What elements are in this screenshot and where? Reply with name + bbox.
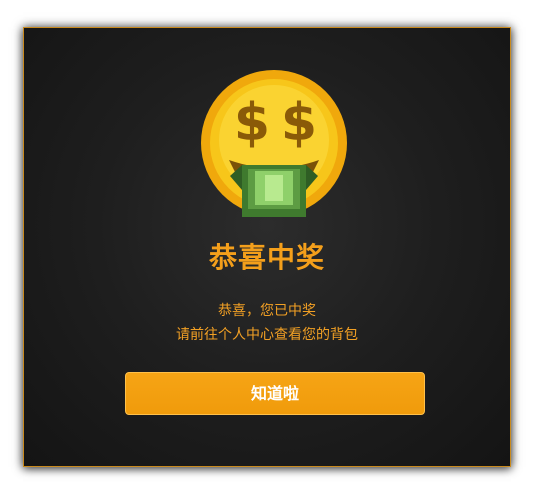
svg-text:$: $ <box>281 93 317 153</box>
message-line-1: 恭喜，您已中奖 <box>218 303 316 319</box>
page-background: $ $ 恭喜中奖 恭喜，您已中奖 请前往个人中心查看您的背包 知道啦 <box>0 0 535 494</box>
money-mouth-face-icon: $ $ <box>199 68 349 218</box>
confirm-button[interactable]: 知道啦 <box>125 372 425 415</box>
dialog-title: 恭喜中奖 <box>208 241 325 274</box>
message-line-2: 请前往个人中心查看您的背包 <box>176 327 358 343</box>
prize-dialog: $ $ 恭喜中奖 恭喜，您已中奖 请前往个人中心查看您的背包 知道啦 <box>23 27 511 467</box>
svg-text:$: $ <box>234 93 270 153</box>
